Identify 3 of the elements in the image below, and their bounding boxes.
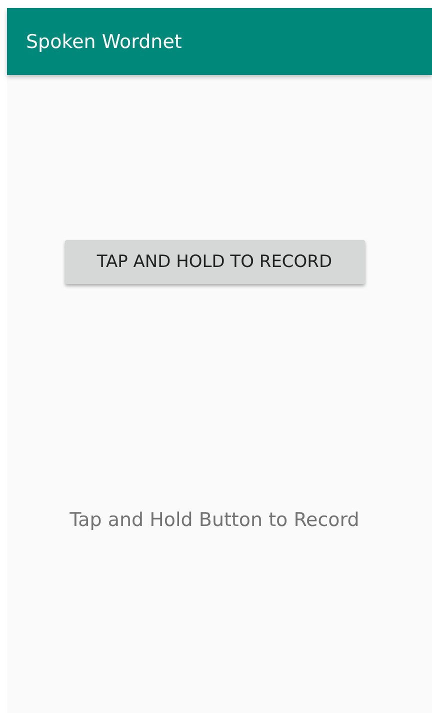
hint-text: Tap and Hold Button to Record [70,509,360,531]
record-button[interactable]: TAP AND HOLD TO RECORD [64,240,364,284]
app-title: Spoken Wordnet [26,30,182,52]
